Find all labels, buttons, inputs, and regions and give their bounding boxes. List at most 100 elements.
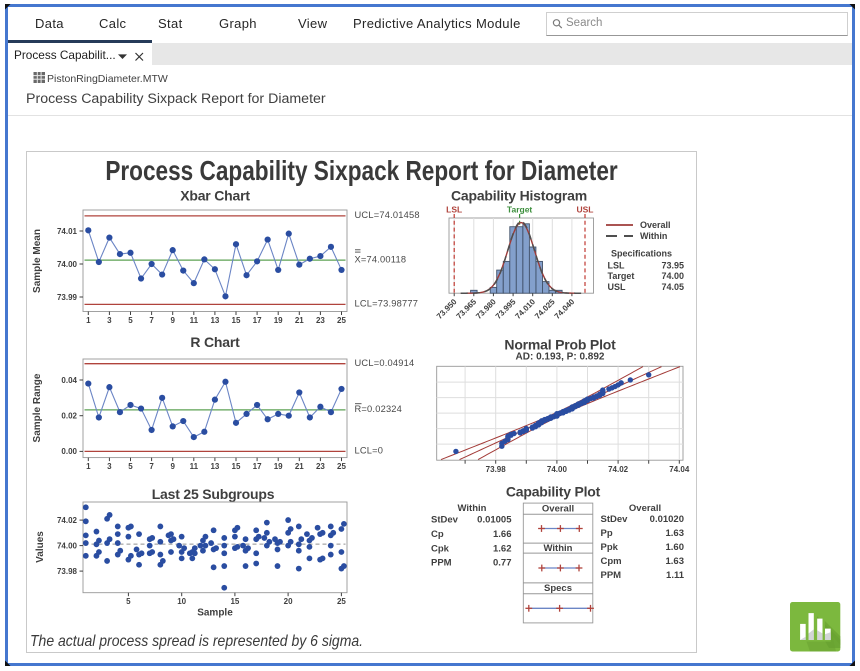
svg-text:LCL=0: LCL=0 bbox=[355, 446, 384, 456]
svg-text:0.04: 0.04 bbox=[61, 376, 77, 385]
svg-text:7: 7 bbox=[149, 316, 154, 325]
svg-text:19: 19 bbox=[274, 316, 283, 325]
svg-text:74.00: 74.00 bbox=[661, 271, 684, 281]
svg-text:23: 23 bbox=[316, 462, 325, 471]
svg-text:1.62: 1.62 bbox=[493, 543, 512, 554]
svg-text:74.010: 74.010 bbox=[513, 297, 537, 321]
svg-text:Capability Histogram: Capability Histogram bbox=[451, 188, 587, 204]
svg-text:Cpm: Cpm bbox=[601, 556, 622, 567]
svg-text:Specifications: Specifications bbox=[611, 249, 672, 259]
svg-text:0.00: 0.00 bbox=[61, 447, 77, 456]
svg-text:Within: Within bbox=[640, 231, 667, 241]
svg-text:11: 11 bbox=[190, 462, 199, 471]
svg-text:13: 13 bbox=[210, 462, 219, 471]
svg-text:Last 25 Subgroups: Last 25 Subgroups bbox=[152, 486, 275, 502]
svg-text:74.04: 74.04 bbox=[669, 465, 690, 474]
svg-text:11: 11 bbox=[190, 316, 199, 325]
svg-text:Overall: Overall bbox=[629, 503, 661, 514]
svg-text:1.63: 1.63 bbox=[666, 556, 685, 567]
svg-text:5: 5 bbox=[128, 316, 133, 325]
svg-text:Within: Within bbox=[544, 543, 573, 554]
svg-text:Capability Plot: Capability Plot bbox=[506, 484, 601, 500]
svg-text:23: 23 bbox=[316, 316, 325, 325]
svg-text:1.60: 1.60 bbox=[666, 542, 685, 553]
svg-text:5: 5 bbox=[126, 597, 131, 606]
svg-text:Target: Target bbox=[507, 205, 533, 215]
svg-text:LSL: LSL bbox=[608, 260, 626, 270]
svg-text:StDev: StDev bbox=[601, 514, 629, 525]
svg-text:73.995: 73.995 bbox=[494, 297, 518, 321]
svg-text:74.00: 74.00 bbox=[57, 260, 78, 269]
svg-text:74.00: 74.00 bbox=[547, 465, 568, 474]
svg-text:3: 3 bbox=[107, 316, 112, 325]
svg-text:LCL=73.98777: LCL=73.98777 bbox=[355, 299, 419, 309]
svg-text:1.63: 1.63 bbox=[666, 528, 685, 539]
svg-text:13: 13 bbox=[210, 316, 219, 325]
svg-text:15: 15 bbox=[232, 316, 241, 325]
svg-text:Cp: Cp bbox=[431, 529, 444, 540]
svg-text:21: 21 bbox=[295, 462, 304, 471]
svg-text:Target: Target bbox=[608, 271, 635, 281]
svg-text:1: 1 bbox=[86, 316, 91, 325]
svg-text:Overall: Overall bbox=[640, 220, 671, 230]
svg-text:USL: USL bbox=[608, 282, 627, 292]
svg-text:1.11: 1.11 bbox=[666, 570, 685, 581]
svg-text:Xbar Chart: Xbar Chart bbox=[180, 188, 250, 204]
svg-text:Sample Mean: Sample Mean bbox=[32, 229, 43, 293]
svg-text:7: 7 bbox=[149, 462, 154, 471]
svg-text:UCL=74.01458: UCL=74.01458 bbox=[355, 210, 420, 220]
svg-text:73.95: 73.95 bbox=[661, 260, 684, 270]
svg-text:LSL: LSL bbox=[446, 205, 462, 215]
svg-text:19: 19 bbox=[274, 462, 283, 471]
svg-text:73.98: 73.98 bbox=[486, 465, 507, 474]
svg-text:74.02: 74.02 bbox=[57, 516, 78, 525]
svg-text:PPM: PPM bbox=[601, 570, 622, 581]
svg-text:74.040: 74.040 bbox=[553, 297, 577, 321]
svg-text:Sample Range: Sample Range bbox=[32, 373, 43, 442]
svg-text:73.965: 73.965 bbox=[455, 297, 479, 321]
svg-text:74.01: 74.01 bbox=[57, 227, 78, 236]
svg-text:StDev: StDev bbox=[431, 515, 459, 526]
svg-text:Cpk: Cpk bbox=[431, 543, 450, 554]
svg-text:74.05: 74.05 bbox=[661, 282, 684, 292]
svg-text:73.99: 73.99 bbox=[57, 293, 78, 302]
svg-text:73.950: 73.950 bbox=[435, 297, 459, 321]
svg-text:Values: Values bbox=[35, 531, 46, 563]
svg-text:0.02: 0.02 bbox=[61, 412, 77, 421]
svg-text:9: 9 bbox=[170, 462, 175, 471]
svg-text:R=0.02324: R=0.02324 bbox=[355, 404, 403, 414]
svg-text:Normal Prob Plot: Normal Prob Plot bbox=[504, 337, 616, 353]
svg-text:10: 10 bbox=[177, 597, 186, 606]
svg-text:15: 15 bbox=[230, 597, 239, 606]
svg-text:15: 15 bbox=[232, 462, 241, 471]
svg-text:20: 20 bbox=[284, 597, 293, 606]
svg-text:0.77: 0.77 bbox=[493, 558, 512, 569]
svg-text:AD: 0.193, P: 0.892: AD: 0.193, P: 0.892 bbox=[516, 352, 605, 363]
svg-text:5: 5 bbox=[128, 462, 133, 471]
svg-text:17: 17 bbox=[253, 316, 262, 325]
svg-text:17: 17 bbox=[253, 462, 262, 471]
svg-text:25: 25 bbox=[337, 316, 346, 325]
svg-text:Overall: Overall bbox=[542, 504, 574, 515]
svg-text:74.025: 74.025 bbox=[533, 297, 557, 321]
svg-text:Pp: Pp bbox=[601, 528, 613, 539]
svg-text:PPM: PPM bbox=[431, 558, 452, 569]
svg-text:9: 9 bbox=[170, 316, 175, 325]
svg-text:21: 21 bbox=[295, 316, 304, 325]
svg-text:25: 25 bbox=[337, 597, 346, 606]
svg-text:1: 1 bbox=[86, 462, 91, 471]
svg-text:3: 3 bbox=[107, 462, 112, 471]
svg-text:UCL=0.04914: UCL=0.04914 bbox=[355, 358, 415, 368]
svg-text:X=74.00118: X=74.00118 bbox=[355, 254, 407, 264]
svg-text:73.98: 73.98 bbox=[57, 567, 78, 576]
svg-text:0.01020: 0.01020 bbox=[650, 514, 684, 525]
svg-text:Sample: Sample bbox=[197, 608, 233, 619]
svg-text:Specs: Specs bbox=[544, 583, 572, 594]
svg-text:USL: USL bbox=[577, 205, 594, 215]
svg-text:73.980: 73.980 bbox=[474, 297, 498, 321]
svg-text:0.01005: 0.01005 bbox=[477, 515, 512, 526]
svg-text:74.02: 74.02 bbox=[608, 465, 629, 474]
svg-text:74.00: 74.00 bbox=[57, 541, 78, 550]
svg-text:Ppk: Ppk bbox=[601, 542, 619, 553]
svg-text:Within: Within bbox=[458, 503, 487, 514]
